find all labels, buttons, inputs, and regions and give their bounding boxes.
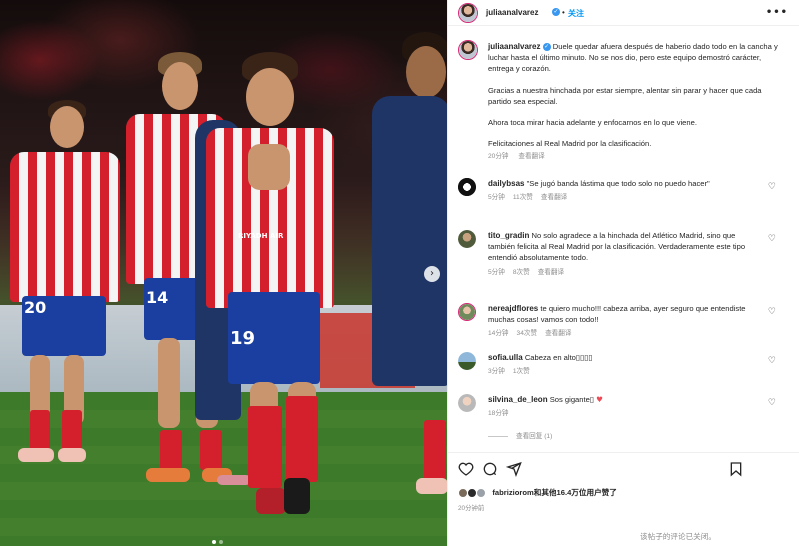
follow-button[interactable]: 关注 [568, 8, 584, 19]
caption-username[interactable]: juliaanalvarez [488, 42, 540, 51]
bookmark-icon[interactable] [728, 461, 744, 477]
liker-avatar [476, 488, 487, 498]
liker-username[interactable]: fabriziorom [492, 488, 533, 497]
comments-disabled-note: 该帖子的评论已关闭。 [640, 532, 716, 541]
comment-avatar[interactable] [458, 303, 476, 321]
caption-meta: 20分钟 查看翻译 [488, 151, 780, 162]
caption-avatar[interactable] [458, 40, 478, 60]
caption-time: 20分钟 [488, 153, 509, 161]
verified-icon: ✓ [552, 8, 560, 16]
jersey-sponsor: RIYADH AIR [238, 232, 284, 240]
post-sidebar: juliaanalvarez ✓ • 关注 ••• juliaanalvarez… [447, 0, 799, 546]
post-photo: 20 14 RIYADH AIR 19 › [0, 0, 447, 546]
mid-shorts-number: 14 [146, 288, 169, 307]
left-shorts-number: 20 [24, 298, 47, 317]
caption-paragraph-3: Ahora toca mirar hacia adelante y enfoca… [488, 118, 697, 128]
like-heart-icon[interactable]: ♡ [768, 398, 776, 408]
post-caption: juliaanalvarez ✓ Duele quedar afuera des… [488, 41, 780, 163]
comment-username[interactable]: silvina_de_leon [488, 395, 548, 404]
post-header: juliaanalvarez ✓ • 关注 ••• [448, 0, 799, 26]
post-actions: fabriziorom和其他16.4万位用户赞了 20分钟前 该帖子的评论已关闭… [448, 452, 799, 546]
like-heart-icon[interactable]: ♡ [768, 356, 776, 366]
comment-username[interactable]: tito_gradin [488, 231, 529, 240]
jersey-number: 19 [230, 328, 256, 349]
caption-paragraph-1: juliaanalvarez ✓ Duele quedar afuera des… [488, 42, 778, 74]
comment-avatar[interactable] [458, 394, 476, 412]
comment-text: Cabeza en alto▯▯▯▯ [524, 353, 593, 362]
comment-username[interactable]: dailybsas [488, 179, 524, 188]
like-heart-icon[interactable]: ♡ [768, 182, 776, 192]
player-main: RIYADH AIR 19 [200, 52, 340, 522]
like-heart-icon[interactable]: ♡ [768, 234, 776, 244]
view-replies-button[interactable]: 查看回复 (1) [488, 430, 552, 440]
carousel-next-button[interactable]: › [424, 266, 440, 282]
likes-count-text: 和其他16.4万位用户赞了 [533, 488, 617, 497]
like-heart-icon[interactable]: ♡ [768, 307, 776, 317]
caption-translate[interactable]: 查看翻译 [518, 153, 544, 160]
comment-text: "Se jugó banda lástima que todo solo no … [526, 179, 710, 188]
likes-summary[interactable]: fabriziorom和其他16.4万位用户赞了 [458, 487, 617, 498]
carousel-dots [212, 540, 223, 544]
more-horizontal-icon[interactable]: ••• [766, 7, 788, 18]
caption-paragraph-4: Felicitaciones al Real Madrid por la cla… [488, 139, 652, 149]
player-left: 20 [0, 100, 130, 480]
comment-avatar[interactable] [458, 230, 476, 248]
comment-avatar[interactable] [458, 352, 476, 370]
caption-paragraph-2: Gracias a nuestra hinchada por estar sie… [488, 85, 762, 106]
comment-username[interactable]: sofia.ulla [488, 353, 523, 362]
author-username[interactable]: juliaanalvarez [486, 8, 538, 17]
like-heart-icon[interactable] [458, 461, 474, 477]
red-heart-emoji-icon: ♥ [596, 395, 603, 404]
post-date: 20分钟前 [458, 505, 485, 512]
share-send-icon[interactable] [506, 461, 522, 477]
verified-icon: ✓ [542, 43, 551, 51]
comment-bubble-icon[interactable] [482, 461, 498, 477]
comment-avatar[interactable] [458, 178, 476, 196]
comment-text: Sos gigante▯ [549, 395, 595, 404]
author-avatar[interactable] [458, 3, 478, 23]
comment-username[interactable]: nereajdflores [488, 304, 538, 313]
